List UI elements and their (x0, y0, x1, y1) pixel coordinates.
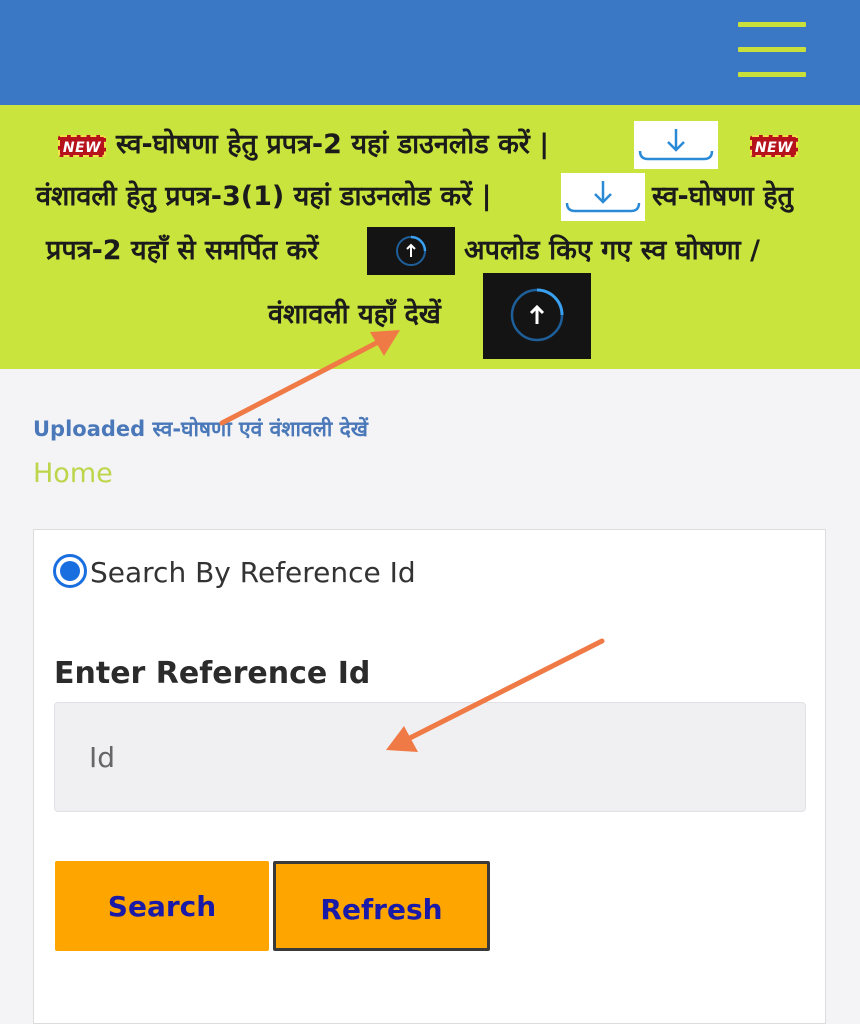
download-form-2-button[interactable] (634, 121, 718, 169)
reference-id-label: Enter Reference Id (54, 656, 371, 691)
search-by-reference-label[interactable]: Search By Reference Id (90, 556, 416, 589)
reference-id-input[interactable] (54, 702, 806, 812)
top-header-bar (0, 0, 860, 105)
search-by-reference-radio[interactable] (53, 554, 87, 588)
submit-form-2-text: प्रपत्र-2 यहाँ से समर्पित करें (46, 235, 319, 266)
download-form-3-button[interactable] (561, 173, 645, 221)
notice-banner: NEW स्व-घोषणा हेतु प्रपत्र-2 यहां डाउनलो… (0, 105, 860, 369)
radio-selected-dot (60, 561, 80, 581)
view-genealogy-text: वंशावली यहाँ देखें (268, 299, 441, 330)
refresh-button[interactable]: Refresh (273, 861, 490, 951)
view-uploaded-button[interactable] (483, 273, 591, 359)
upload-icon (510, 288, 564, 342)
hamburger-menu-icon[interactable] (738, 22, 806, 78)
submit-form-2-button[interactable] (367, 227, 455, 275)
home-breadcrumb-link[interactable]: Home (33, 458, 113, 489)
search-button[interactable]: Search (55, 861, 269, 951)
upload-icon (396, 235, 427, 266)
download-icon (565, 181, 641, 213)
notice-line-3: प्रपत्र-2 यहाँ से समर्पित करें अपलोड किए… (0, 219, 860, 283)
new-badge-icon: NEW (58, 135, 106, 157)
new-badge-icon: NEW (750, 135, 798, 157)
uploaded-declaration-link[interactable]: Uploaded स्व-घोषणा एवं वंशावली देखें (33, 415, 368, 443)
download-icon (638, 129, 714, 161)
notice-line-4: वंशावली यहाँ देखें (0, 273, 860, 369)
